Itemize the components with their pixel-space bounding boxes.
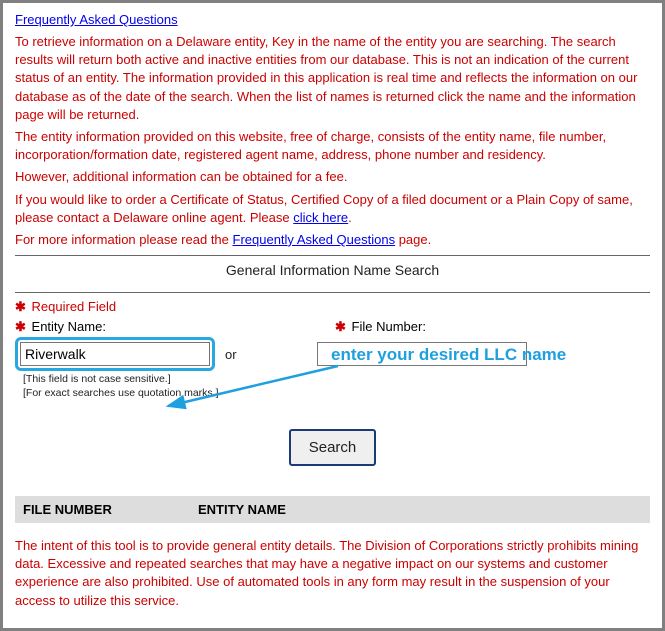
asterisk-icon: ✱: [335, 319, 346, 334]
intro-para-3: However, additional information can be o…: [15, 168, 650, 186]
entity-name-highlight: [15, 337, 215, 371]
file-number-label-wrap: ✱ File Number:: [335, 319, 426, 335]
click-here-link[interactable]: click here: [293, 210, 348, 225]
required-field-row: ✱ Required Field: [15, 299, 650, 315]
intro-para-5: For more information please read the Fre…: [15, 231, 650, 249]
search-section-title: General Information Name Search: [15, 258, 650, 286]
asterisk-icon: ✱: [15, 299, 26, 314]
results-table-header: FILE NUMBER ENTITY NAME: [15, 496, 650, 523]
hint-exact-search: [For exact searches use quotation marks.…: [23, 387, 650, 399]
footer-warning: The intent of this tool is to provide ge…: [15, 537, 650, 610]
para5-prefix: For more information please read the: [15, 232, 233, 247]
divider-top: [15, 255, 650, 256]
or-separator: or: [225, 347, 237, 362]
entity-name-label-wrap: ✱ Entity Name:: [15, 319, 335, 335]
required-field-label: Required Field: [32, 299, 117, 314]
faq-link-top[interactable]: Frequently Asked Questions: [15, 12, 178, 27]
entity-name-input[interactable]: [20, 342, 210, 366]
divider-bottom: [15, 292, 650, 293]
file-number-label: File Number:: [352, 319, 426, 334]
main-panel: Frequently Asked Questions To retrieve i…: [0, 0, 665, 631]
para5-suffix: page.: [395, 232, 431, 247]
intro-para-1: To retrieve information on a Delaware en…: [15, 33, 650, 124]
search-button[interactable]: Search: [289, 429, 377, 466]
intro-para-2: The entity information provided on this …: [15, 128, 650, 164]
column-header-entity-name: ENTITY NAME: [190, 496, 650, 523]
faq-link-inline[interactable]: Frequently Asked Questions: [233, 232, 396, 247]
column-header-file-number: FILE NUMBER: [15, 496, 190, 523]
para4-suffix: .: [348, 210, 352, 225]
asterisk-icon: ✱: [15, 319, 26, 334]
entity-name-label: Entity Name:: [32, 319, 106, 334]
file-number-input[interactable]: [317, 342, 527, 366]
hint-case-insensitive: [This field is not case sensitive.]: [23, 373, 650, 385]
intro-para-4: If you would like to order a Certificate…: [15, 191, 650, 227]
